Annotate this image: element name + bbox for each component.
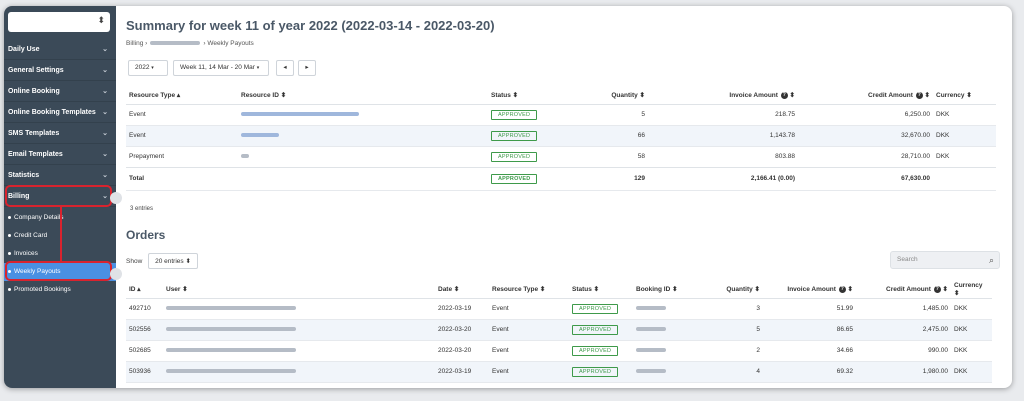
bullet-icon <box>8 233 11 237</box>
total-row: Total APPROVED 129 2,166.41 (0.00) 67,63… <box>126 166 996 190</box>
page-title: Summary for week 11 of year 2022 (2022-0… <box>126 18 495 33</box>
caret-down-icon: ▾ <box>256 65 260 71</box>
sidebar-item-email-templates[interactable]: Email Templates ⌄ <box>4 145 116 165</box>
table-row: 502556 2022-03-20 Event APPROVED 5 86.65… <box>126 319 992 340</box>
col-invoice-amount[interactable]: Invoice Amount ? ⬍ <box>648 87 798 105</box>
sidebar-item-online-booking-templates[interactable]: Online Booking Templates ⌄ <box>4 103 116 123</box>
orders-table: ID ▴ User ⬍ Date ⬍ Resource Type ⬍ Statu… <box>126 281 992 383</box>
user-redacted <box>166 306 296 311</box>
chevron-right-icon: ▸ <box>305 64 309 71</box>
status-badge: APPROVED <box>572 345 619 356</box>
col-booking-id[interactable]: Booking ID ⬍ <box>633 281 707 299</box>
table-row: Prepayment APPROVED 58 803.88 28,710.00 … <box>126 146 996 167</box>
table-row: 503936 2022-03-19 Event APPROVED 4 69.32… <box>126 361 992 382</box>
col-quantity[interactable]: Quantity ⬍ <box>707 281 763 299</box>
resource-id-redacted <box>241 154 249 159</box>
chevron-down-icon: ⌄ <box>102 172 108 179</box>
select-arrows-icon: ⬍ <box>97 15 105 25</box>
breadcrumb-billing[interactable]: Billing <box>126 40 143 47</box>
status-badge: APPROVED <box>572 303 619 314</box>
breadcrumb-weekly-payouts: Weekly Payouts <box>207 40 254 47</box>
weekly-payouts-highlight <box>5 261 112 281</box>
sidebar-item-general-settings[interactable]: General Settings ⌄ <box>4 61 116 81</box>
summary-table: Resource Type ▴ Resource ID ⬍ Status ⬍ Q… <box>126 87 996 191</box>
col-user[interactable]: User ⬍ <box>163 281 435 299</box>
app-window: ⬍ Daily Use ⌄ General Settings ⌄ Online Bo… <box>4 6 1012 388</box>
table-row: Event APPROVED 5 218.75 6,250.00 DKK <box>126 104 996 125</box>
chevron-down-icon: ⌄ <box>102 88 108 95</box>
bullet-icon <box>8 287 11 291</box>
info-icon: ? <box>838 286 846 294</box>
sidebar-item-daily-use[interactable]: Daily Use ⌄ <box>4 40 116 60</box>
bullet-icon <box>8 251 11 255</box>
sidebar-item-sms-templates[interactable]: SMS Templates ⌄ <box>4 124 116 144</box>
year-select[interactable]: 2022 ▾ <box>128 60 168 76</box>
col-date[interactable]: Date ⬍ <box>435 281 489 299</box>
col-quantity[interactable]: Quantity ⬍ <box>568 87 648 105</box>
entries-count: 3 entries <box>130 206 154 212</box>
table-row: 502685 2022-03-20 Event APPROVED 2 34.66… <box>126 340 992 361</box>
table-row: Event APPROVED 66 1,143.78 32,670.00 DKK <box>126 125 996 146</box>
status-badge: APPROVED <box>491 130 538 141</box>
bullet-icon <box>8 215 11 219</box>
col-resource-type[interactable]: Resource Type ⬍ <box>489 281 569 299</box>
search-input[interactable]: Search ⌕ <box>890 251 1000 269</box>
status-badge: APPROVED <box>491 109 538 120</box>
orders-title: Orders <box>126 228 166 242</box>
page-size-control: Show 20 entries ⬍ <box>126 253 198 270</box>
chevron-down-icon: ⌄ <box>102 46 108 53</box>
chevron-down-icon: ⌄ <box>102 130 108 137</box>
chevron-down-icon: ⌄ <box>102 151 108 158</box>
sidebar-item-online-booking[interactable]: Online Booking ⌄ <box>4 82 116 102</box>
resource-link-redacted[interactable] <box>241 133 279 138</box>
prev-week-button[interactable]: ◂ <box>276 60 294 76</box>
col-currency[interactable]: Currency ⬍ <box>951 281 992 299</box>
resource-link-redacted[interactable] <box>241 112 359 117</box>
col-id[interactable]: ID ▴ <box>126 281 163 299</box>
chevron-down-icon: ⌄ <box>102 67 108 74</box>
status-badge: APPROVED <box>572 366 619 377</box>
search-icon[interactable]: ⌕ <box>989 252 994 268</box>
chevron-down-icon: ⌄ <box>102 109 108 116</box>
col-invoice-amount[interactable]: Invoice Amount ? ⬍ <box>763 281 856 299</box>
col-credit-amount[interactable]: Credit Amount ? ⬍ <box>798 87 933 105</box>
col-status[interactable]: Status ⬍ <box>569 281 633 299</box>
booking-id-redacted <box>636 348 666 353</box>
breadcrumb: Billing › › Weekly Payouts <box>126 40 254 47</box>
col-credit-amount[interactable]: Credit Amount ? ⬍ <box>856 281 951 299</box>
page-size-select[interactable]: 20 entries ⬍ <box>148 253 198 269</box>
next-week-button[interactable]: ▸ <box>298 60 316 76</box>
account-select[interactable]: ⬍ <box>8 12 110 32</box>
booking-id-redacted <box>636 327 666 332</box>
chevron-left-icon: ◂ <box>283 64 287 71</box>
booking-id-redacted <box>636 306 666 311</box>
main-content: Summary for week 11 of year 2022 (2022-0… <box>116 6 1012 388</box>
user-redacted <box>166 369 296 374</box>
billing-highlight <box>5 185 112 207</box>
user-redacted <box>166 327 296 332</box>
status-badge: APPROVED <box>491 151 538 162</box>
caret-down-icon: ▾ <box>151 65 154 71</box>
sidebar-item-statistics[interactable]: Statistics ⌄ <box>4 166 116 186</box>
highlight-connector <box>60 206 62 262</box>
status-badge: APPROVED <box>491 173 538 184</box>
status-badge: APPROVED <box>572 324 619 335</box>
col-status[interactable]: Status ⬍ <box>488 87 568 105</box>
info-icon: ? <box>780 92 788 100</box>
breadcrumb-account-redacted[interactable] <box>150 41 201 46</box>
info-icon: ? <box>933 286 941 294</box>
table-row: 492710 2022-03-19 Event APPROVED 3 51.99… <box>126 298 992 319</box>
col-resource-type[interactable]: Resource Type ▴ <box>126 87 238 105</box>
booking-id-redacted <box>636 369 666 374</box>
col-currency[interactable]: Currency ⬍ <box>933 87 996 105</box>
user-redacted <box>166 348 296 353</box>
sidebar-subitem-promoted-bookings[interactable]: Promoted Bookings <box>4 281 116 299</box>
col-resource-id[interactable]: Resource ID ⬍ <box>238 87 488 105</box>
week-select[interactable]: Week 11, 14 Mar - 20 Mar ▾ <box>173 60 269 76</box>
info-icon: ? <box>915 92 923 100</box>
